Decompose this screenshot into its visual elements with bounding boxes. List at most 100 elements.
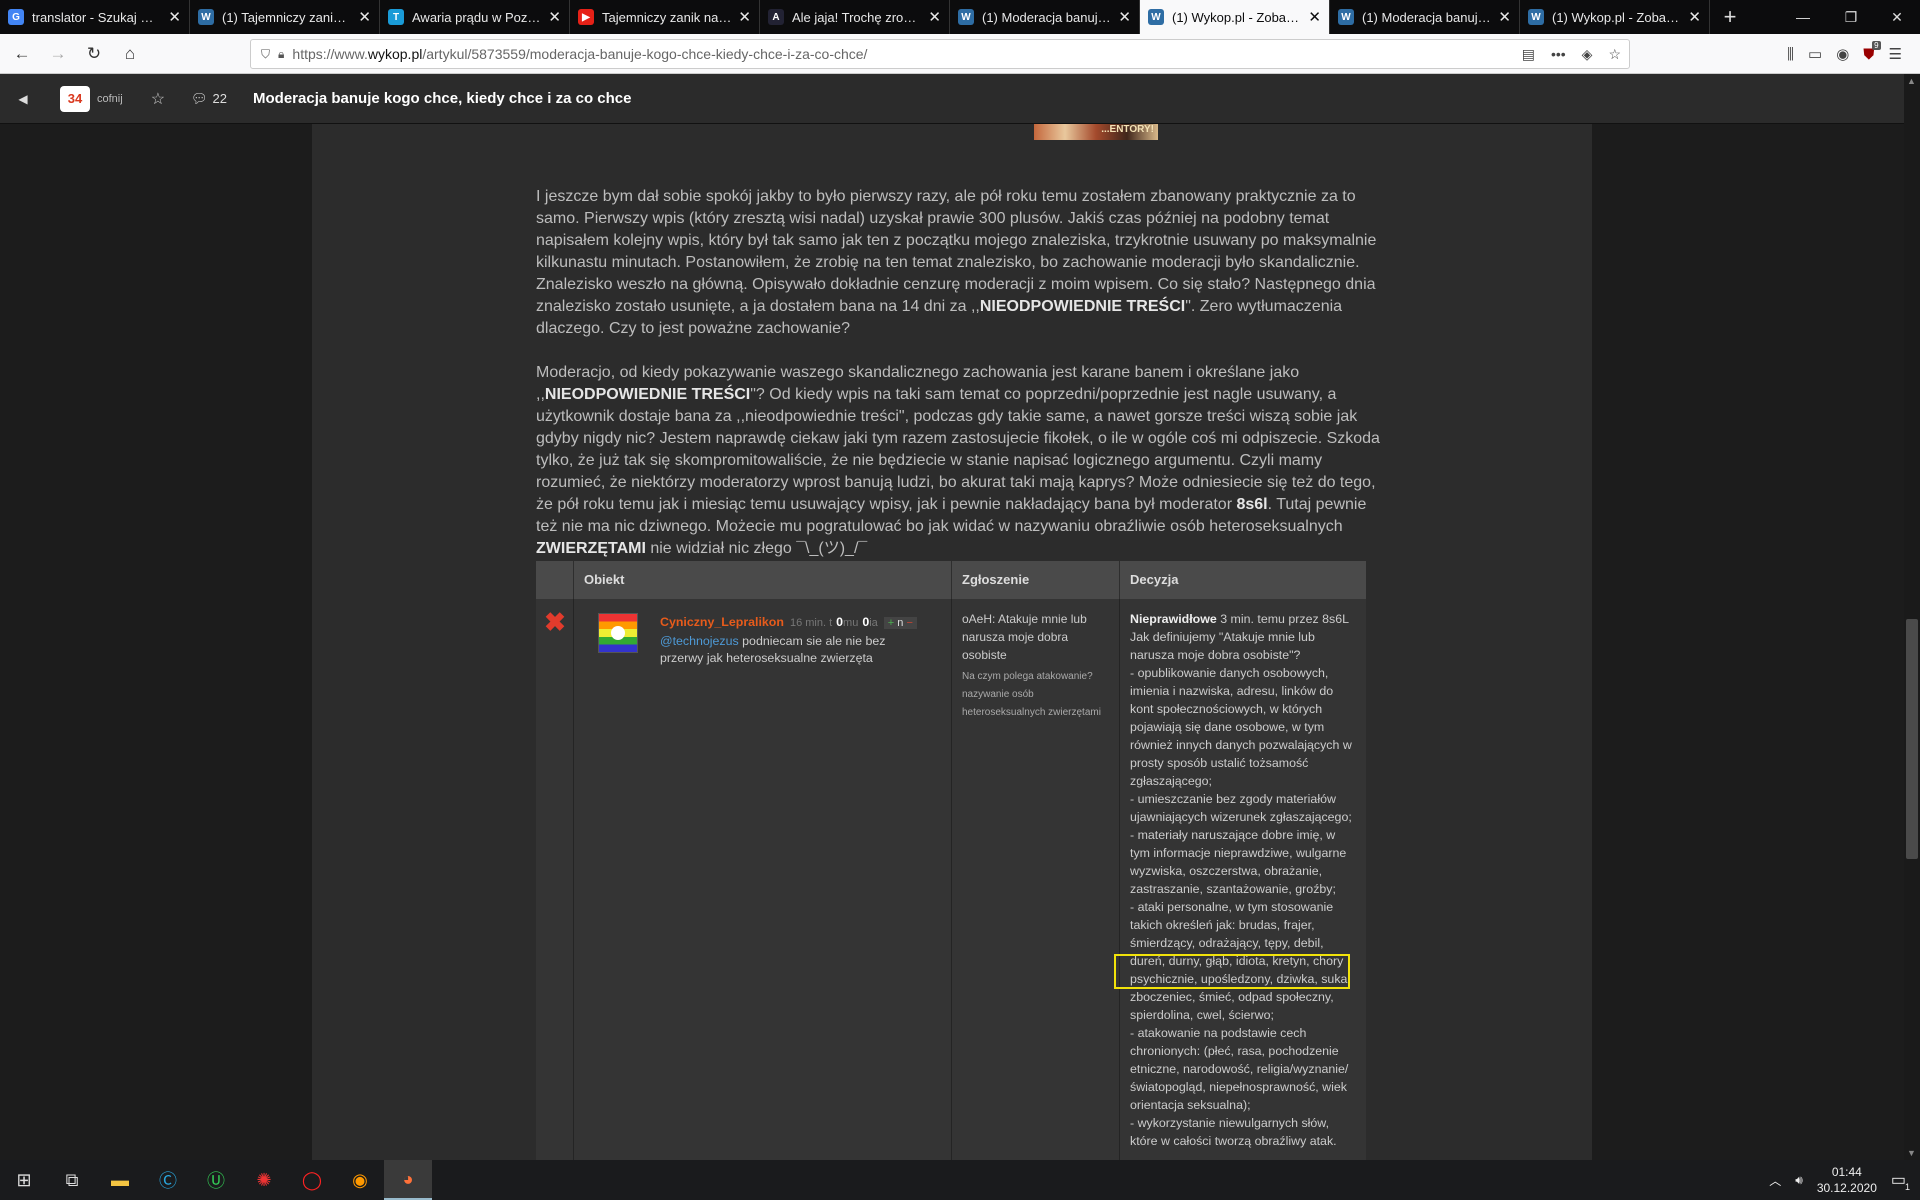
browser-tab[interactable]: W (1) Wykop.pl - Zobacz: N... ✕ [1140, 0, 1330, 34]
article-paragraph-2: Moderacjo, od kiedy pokazywanie waszego … [536, 364, 1380, 557]
firefox-icon[interactable]: ◕ [384, 1160, 432, 1200]
scrollbar-thumb[interactable] [1906, 619, 1918, 859]
scroll-down-icon[interactable]: ▼ [1907, 1148, 1916, 1158]
mention-link[interactable]: @technojezus [660, 634, 739, 648]
opera-icon[interactable]: ◯ [288, 1160, 336, 1200]
tab-close-icon[interactable]: ✕ [1498, 8, 1511, 26]
account-icon[interactable]: ◉ [1836, 45, 1849, 63]
header-decision: Decyzja [1130, 572, 1179, 587]
browser-tab[interactable]: ▶ Tajemniczy zanik napięc... ✕ [570, 0, 760, 34]
caret-left-icon[interactable]: ◀ [0, 92, 46, 106]
tab-list: Gtranslator - Szukaj w Go... ✕ W (1) Tajemn… [0, 0, 1710, 34]
task-view-icon[interactable]: ⧉ [48, 1160, 96, 1200]
browser-tab[interactable]: W (1) Tajemniczy zanik nap... ✕ [190, 0, 380, 34]
clock-date: 30.12.2020 [1816, 1181, 1877, 1195]
browser-tab[interactable]: W (1) Moderacja banuje ko... ✕ [1330, 0, 1520, 34]
plus-minus-buttons[interactable]: + n − [883, 617, 917, 629]
comment-icon: 💬︎ [191, 90, 208, 106]
comment-text: @technojezus podniecam sie ale nie bez p… [660, 634, 886, 665]
rejected-x-icon: ✖ [544, 607, 566, 637]
tab-close-icon[interactable]: ✕ [168, 8, 181, 26]
plus-button[interactable]: + [888, 617, 894, 629]
author-nick[interactable]: Cyniczny_Lepralikon [660, 615, 784, 629]
home-icon[interactable]: ⌂ [112, 38, 148, 70]
tab-title: Tajemniczy zanik napięc... [602, 9, 732, 25]
highlight-box [1114, 954, 1350, 989]
windows-taskbar: ⊞ ⧉ ▬ Ⓒ Ⓤ ✺ ◯ ◉ ◕ ︿ 🔊︎ 01:44 30.12.2020 … [0, 1160, 1920, 1200]
browser-tab[interactable]: Gtranslator - Szukaj w Go... ✕ [0, 0, 190, 34]
sidebar-icon[interactable]: ▭ [1808, 45, 1822, 63]
undo-vote-link[interactable]: cofnij [97, 93, 123, 105]
system-tray: ︿ 🔊︎ 01:44 30.12.2020 ▭ 1 [1769, 1160, 1910, 1200]
tab-favicon-icon: W [1338, 9, 1354, 25]
tab-favicon-icon: W [1528, 9, 1544, 25]
minimize-icon[interactable]: — [1780, 0, 1826, 34]
decision-cell: Nieprawidłowe 3 min. temu przez 8s6L Jak… [1114, 599, 1366, 1160]
ccleaner-icon[interactable]: Ⓒ [144, 1160, 192, 1200]
tab-close-icon[interactable]: ✕ [1118, 8, 1131, 26]
reload-icon[interactable]: ↻ [76, 38, 112, 70]
article-title[interactable]: Moderacja banuje kogo chce, kiedy chce i… [253, 90, 631, 107]
favorite-star-icon[interactable]: ☆ [151, 89, 165, 109]
url-bar[interactable]: ⛉ 🔒︎ https://www. wykop.pl/artykul/587355… [250, 39, 1630, 69]
browser-tab[interactable]: W (1) Wykop.pl - Zobacz: N... ✕ [1520, 0, 1710, 34]
reader-view-icon[interactable]: ▤ [1522, 46, 1535, 63]
maximize-icon[interactable]: ❐ [1828, 0, 1874, 34]
addon-badge: 9 [1872, 40, 1881, 50]
browser-tab[interactable]: A Ale jaja! Trochę zrozumie... ✕ [760, 0, 950, 34]
tab-title: translator - Szukaj w Go... [32, 9, 162, 25]
tab-title: Ale jaja! Trochę zrozumie... [792, 9, 922, 25]
report-reason-cell: oAeH: Atakuje mnie lub narusza moje dobr… [952, 599, 1120, 1160]
tab-favicon-icon: G [8, 9, 24, 25]
scroll-up-icon[interactable]: ▲ [1907, 76, 1916, 86]
minus-button[interactable]: − [906, 617, 912, 629]
utorrent-icon[interactable]: Ⓤ [192, 1160, 240, 1200]
header-object: Obiekt [574, 561, 952, 599]
close-window-icon[interactable]: ✕ [1874, 0, 1920, 34]
back-icon[interactable]: ← [4, 38, 40, 70]
navigation-toolbar: ← → ↻ ⌂ ⛉ 🔒︎ https://www. wykop.pl/artyku… [0, 34, 1920, 74]
vote-count[interactable]: 34 [60, 85, 90, 112]
lock-icon[interactable]: 🔒︎ [278, 47, 284, 62]
tab-favicon-icon: W [1148, 9, 1164, 25]
report-table: Obiekt Zgłoszenie Decyzja ✖ Cyniczny_Lep… [536, 561, 1366, 1160]
bookmark-star-icon[interactable]: ☆ [1608, 46, 1621, 63]
tab-close-icon[interactable]: ✕ [548, 8, 561, 26]
tab-close-icon[interactable]: ✕ [1688, 8, 1701, 26]
decision-status: Nieprawidłowe [1130, 612, 1217, 626]
browser-tab[interactable]: W (1) Moderacja banuje ko... ✕ [950, 0, 1140, 34]
windows-start-icon[interactable]: ⊞ [0, 1160, 48, 1200]
chevron-up-icon[interactable]: ︿ [1769, 1172, 1781, 1189]
library-icon[interactable]: ⫼ [1787, 46, 1794, 63]
tab-close-icon[interactable]: ✕ [738, 8, 751, 26]
tab-favicon-icon: T [388, 9, 404, 25]
article-sticky-bar: ◀ 34 cofnij ☆ 💬︎ 22 Moderacja banuje kog… [0, 74, 1920, 124]
clock[interactable]: 01:44 30.12.2020 [1817, 1164, 1877, 1196]
browser-tab[interactable]: T Awaria prądu w Poznani... ✕ [380, 0, 570, 34]
comments-link[interactable]: 💬︎ 22 [191, 91, 227, 107]
decision-line: - materiały naruszające dobre imię, w ty… [1130, 828, 1347, 896]
shield-icon[interactable]: ⛉ [261, 47, 270, 62]
volume-icon[interactable]: 🔊︎ [1795, 1173, 1803, 1188]
page-scrollbar[interactable]: ▲ ▼ [1904, 74, 1920, 1160]
url-path: /artykul/5873559/moderacja-banuje-kogo-c… [422, 46, 868, 62]
tab-close-icon[interactable]: ✕ [928, 8, 941, 26]
file-explorer-icon[interactable]: ▬ [96, 1160, 144, 1200]
url-prefix: https://www. [292, 46, 368, 62]
tab-close-icon[interactable]: ✕ [358, 8, 371, 26]
menu-icon[interactable]: ☰ [1889, 45, 1902, 63]
notification-icon[interactable]: ▭ 1 [1891, 1170, 1910, 1192]
app-orange-icon[interactable]: ◉ [336, 1160, 384, 1200]
vote-box[interactable]: 34 cofnij [60, 85, 123, 112]
pocket-icon[interactable]: ◈ [1582, 46, 1593, 63]
report-table-header: Obiekt Zgłoszenie Decyzja [536, 561, 1366, 599]
avatar[interactable] [598, 613, 638, 653]
app-red-icon[interactable]: ✺ [240, 1160, 288, 1200]
page-actions-icon[interactable]: ••• [1551, 46, 1566, 63]
forward-icon[interactable]: → [40, 38, 76, 70]
article-paragraph-1: I jeszcze bym dał sobie spokój jakby to … [536, 188, 1377, 337]
addon-ublock-icon[interactable]: ⛊ 9 [1863, 40, 1881, 63]
tab-title: (1) Moderacja banuje ko... [1362, 9, 1492, 25]
tab-close-icon[interactable]: ✕ [1308, 8, 1321, 26]
new-tab-button[interactable]: + [1710, 0, 1750, 34]
